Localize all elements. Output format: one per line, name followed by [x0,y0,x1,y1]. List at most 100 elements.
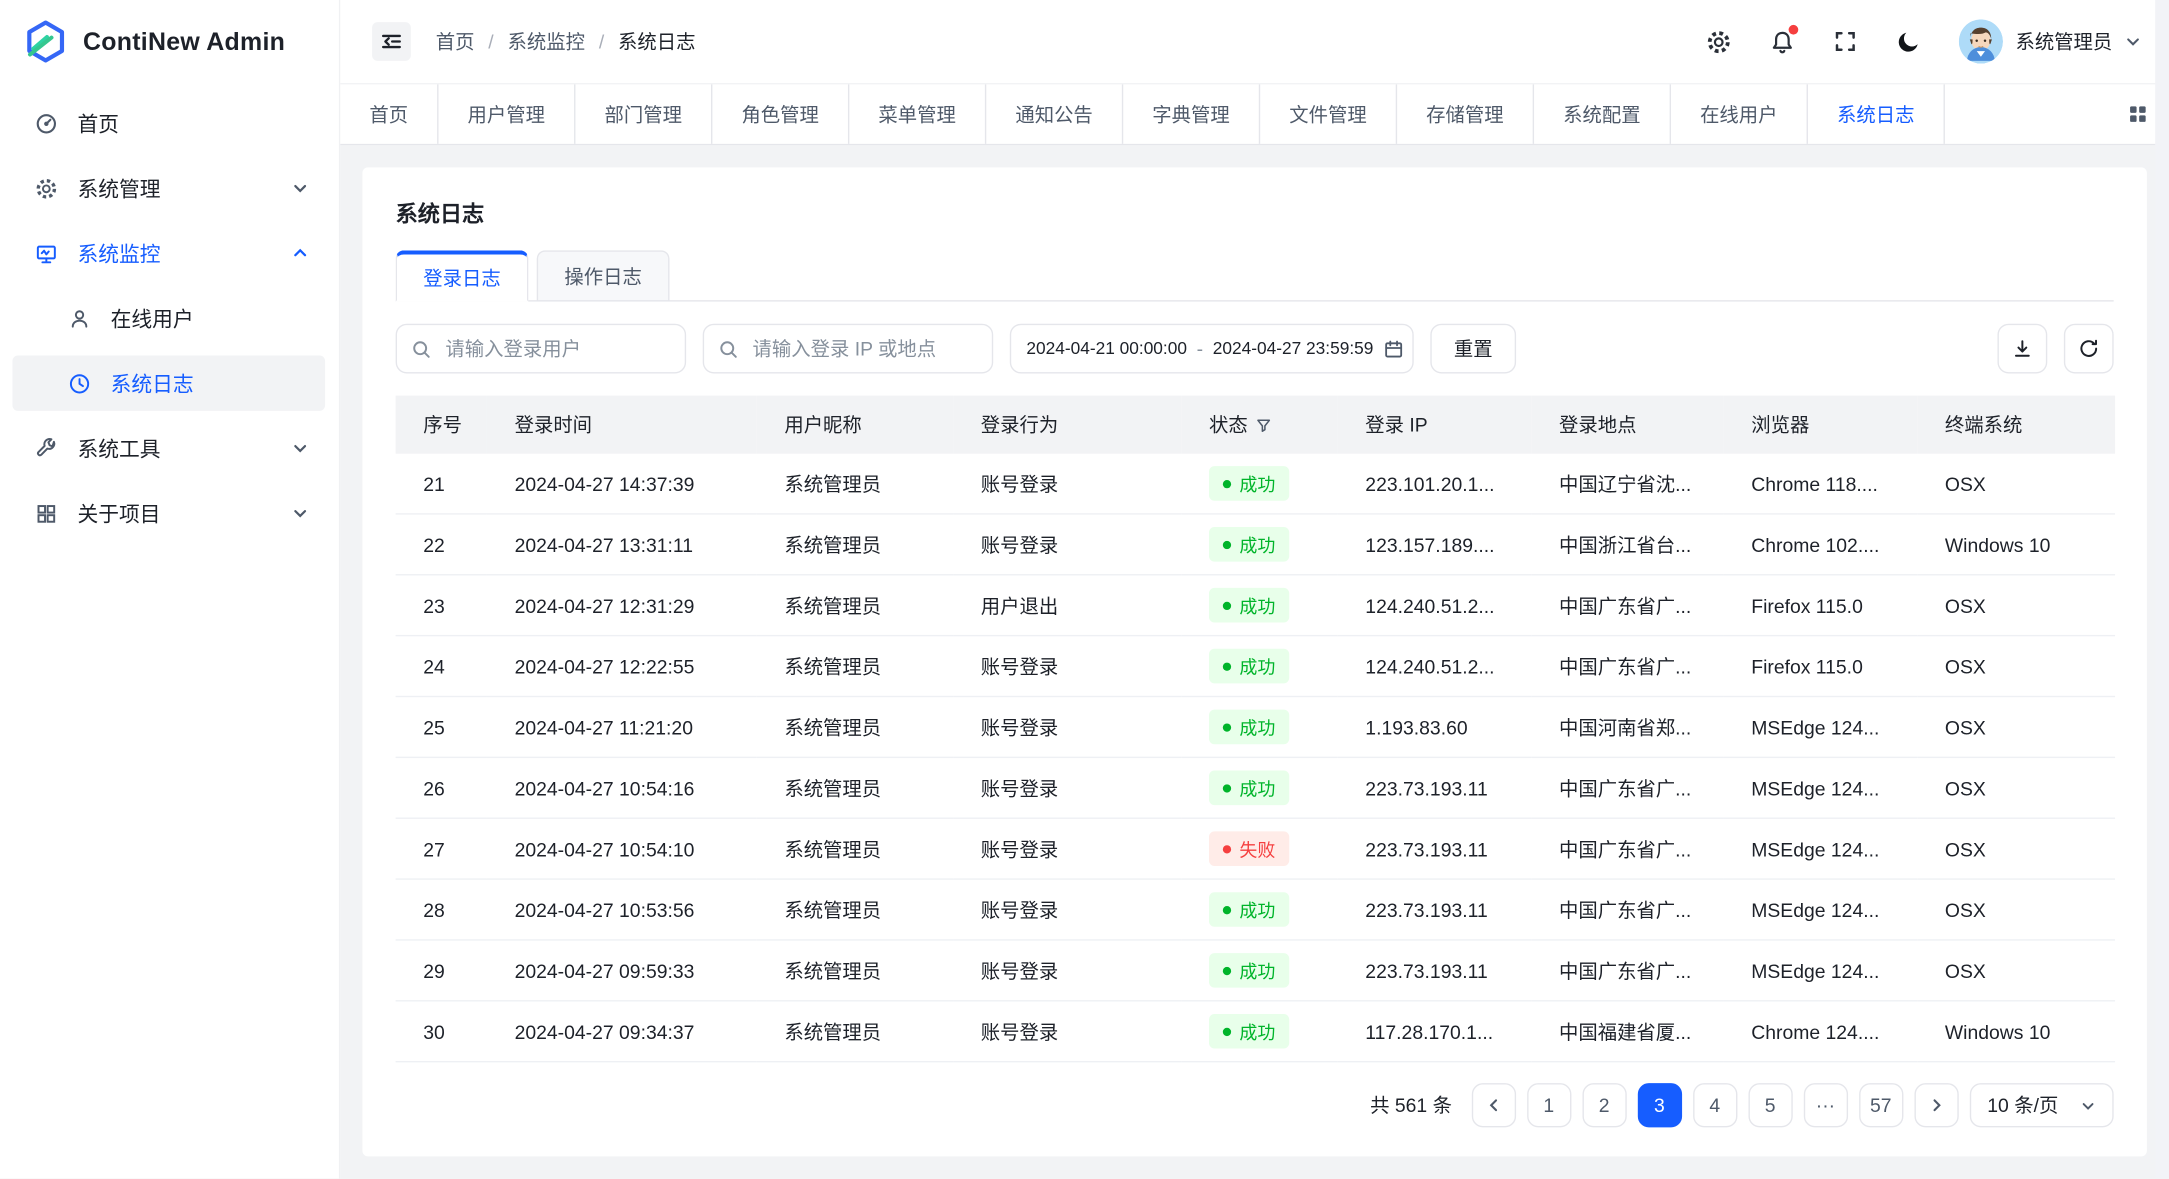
dark-mode-button[interactable] [1895,28,1923,56]
breadcrumb-separator: / [488,30,493,52]
breadcrumb-item[interactable]: 首页 [436,28,475,56]
cell-ip: 124.240.51.2... [1338,575,1532,636]
status-badge: 成功 [1209,892,1289,927]
sidebar-item-online-users[interactable]: 在线用户 [12,290,325,345]
logo[interactable]: ContiNew Admin [0,0,339,83]
tabbar-tab[interactable]: 字典管理 [1123,84,1260,143]
sidebar-item-system-management[interactable]: 系统管理 [12,160,325,215]
page-number-button[interactable]: 2 [1582,1083,1626,1127]
page-number-button[interactable]: 5 [1748,1083,1792,1127]
sidebar-item-home[interactable]: 首页 [12,95,325,150]
status-dot-icon [1223,540,1231,548]
filter-funnel-icon[interactable] [1256,417,1271,432]
status-badge: 成功 [1209,588,1289,623]
sidebar-menu: 首页 系统管理 系统监控 [0,83,339,541]
prev-page-button[interactable] [1471,1083,1515,1127]
cell-status: 失败 [1181,818,1337,879]
fullscreen-button[interactable] [1831,28,1859,56]
tabbar-tab[interactable]: 首页 [340,84,438,143]
cell-nick: 系统管理员 [757,818,953,879]
log-table: 序号 登录时间 用户昵称 登录行为 状态 [396,396,2115,1063]
sidebar-item-label: 关于项目 [77,499,160,528]
date-range-picker[interactable]: 2024-04-21 00:00:00 - 2024-04-27 23:59:5… [1010,324,1414,374]
tabbar-tab[interactable]: 通知公告 [986,84,1123,143]
chevron-down-icon [292,505,309,522]
cell-status: 成功 [1181,940,1337,1001]
sidebar-item-about[interactable]: 关于项目 [12,486,325,541]
download-icon [2011,338,2033,360]
tabbar-tab[interactable]: 系统日志 [1808,84,1945,143]
tabbar-tab[interactable]: 菜单管理 [849,84,986,143]
search-input[interactable] [750,336,978,361]
page-number-button[interactable]: 1 [1527,1083,1571,1127]
cell-ip: 223.101.20.1... [1338,454,1532,514]
reset-button[interactable]: 重置 [1430,324,1516,374]
cell-action: 账号登录 [953,818,1181,879]
tab-login-log[interactable]: 登录日志 [396,250,529,301]
calendar-icon [1383,338,1404,359]
tabbar-tab[interactable]: 用户管理 [439,84,576,143]
cell-ip: 223.73.193.11 [1338,818,1532,879]
refresh-button[interactable] [2064,324,2114,374]
column-header: 序号 [396,396,487,454]
tabbar-tab[interactable]: 在线用户 [1671,84,1808,143]
sidebar-item-label: 系统日志 [111,369,194,398]
tabbar-tabs: 首页用户管理部门管理角色管理菜单管理通知公告字典管理文件管理存储管理系统配置在线… [340,84,2105,143]
cell-loc: 中国广东省广... [1531,636,1723,697]
cell-os: OSX [1917,879,2115,940]
cell-nick: 系统管理员 [757,454,953,514]
table-row: 292024-04-27 09:59:33系统管理员账号登录成功223.73.1… [396,940,2115,1001]
grid-icon [35,501,59,525]
cell-action: 账号登录 [953,879,1181,940]
page-number-button[interactable]: 4 [1693,1083,1737,1127]
breadcrumb-item[interactable]: 系统监控 [508,28,585,56]
search-input[interactable] [443,336,671,361]
tabbar-tab[interactable]: 文件管理 [1260,84,1397,143]
sidebar-item-system-tools[interactable]: 系统工具 [12,421,325,476]
tabbar-tab[interactable]: 角色管理 [712,84,849,143]
cell-action: 用户退出 [953,575,1181,636]
notification-badge [1789,25,1799,35]
export-button[interactable] [1997,324,2047,374]
sidebar-item-label: 系统工具 [77,434,160,463]
cell-time: 2024-04-27 14:37:39 [487,454,757,514]
cell-time: 2024-04-27 13:31:11 [487,514,757,575]
cell-loc: 中国广东省广... [1531,940,1723,1001]
tabbar-tab[interactable]: 存储管理 [1397,84,1534,143]
table-header-row: 序号 登录时间 用户昵称 登录行为 状态 [396,396,2115,454]
page-number-button[interactable]: 57 [1859,1083,1903,1127]
cell-loc: 中国广东省广... [1531,879,1723,940]
page-ellipsis-button[interactable]: ··· [1803,1083,1847,1127]
sidebar-item-label: 系统管理 [77,174,160,203]
sidebar-collapse-button[interactable] [372,22,411,61]
cell-os: OSX [1917,940,2115,1001]
open-tabs-bar: 首页用户管理部门管理角色管理菜单管理通知公告字典管理文件管理存储管理系统配置在线… [340,83,2169,145]
tabbar-tab[interactable]: 系统配置 [1534,84,1671,143]
sidebar-item-system-monitor[interactable]: 系统监控 [12,225,325,280]
date-separator: - [1197,338,1203,360]
cell-nick: 系统管理员 [757,514,953,575]
scrollbar-track[interactable] [2155,0,2169,1179]
cell-loc: 中国辽宁省沈... [1531,454,1723,514]
filter-toolbar: 2024-04-21 00:00:00 - 2024-04-27 23:59:5… [396,324,2114,374]
cell-browser: Chrome 124.... [1724,1001,1918,1062]
tabbar-tab[interactable]: 部门管理 [575,84,712,143]
login-ip-search [703,324,993,374]
page-number-button[interactable]: 3 [1637,1083,1681,1127]
table-row: 272024-04-27 10:54:10系统管理员账号登录失败223.73.1… [396,818,2115,879]
status-dot-icon [1223,479,1231,487]
column-header: 用户昵称 [757,396,953,454]
sidebar-item-system-log[interactable]: 系统日志 [12,356,325,411]
page-size-select[interactable]: 10 条/页 [1969,1083,2113,1127]
cell-loc: 中国广东省广... [1531,757,1723,818]
column-header: 浏览器 [1724,396,1918,454]
cell-ip: 123.157.189.... [1338,514,1532,575]
user-menu[interactable]: 系统管理员 [1959,19,2142,63]
breadcrumb: 首页 / 系统监控 / 系统日志 [436,28,696,56]
settings-button[interactable] [1704,28,1732,56]
status-badge: 成功 [1209,527,1289,562]
status-dot-icon [1223,723,1231,731]
notifications-button[interactable] [1768,28,1796,56]
tab-operation-log[interactable]: 操作日志 [537,250,670,301]
next-page-button[interactable] [1914,1083,1958,1127]
